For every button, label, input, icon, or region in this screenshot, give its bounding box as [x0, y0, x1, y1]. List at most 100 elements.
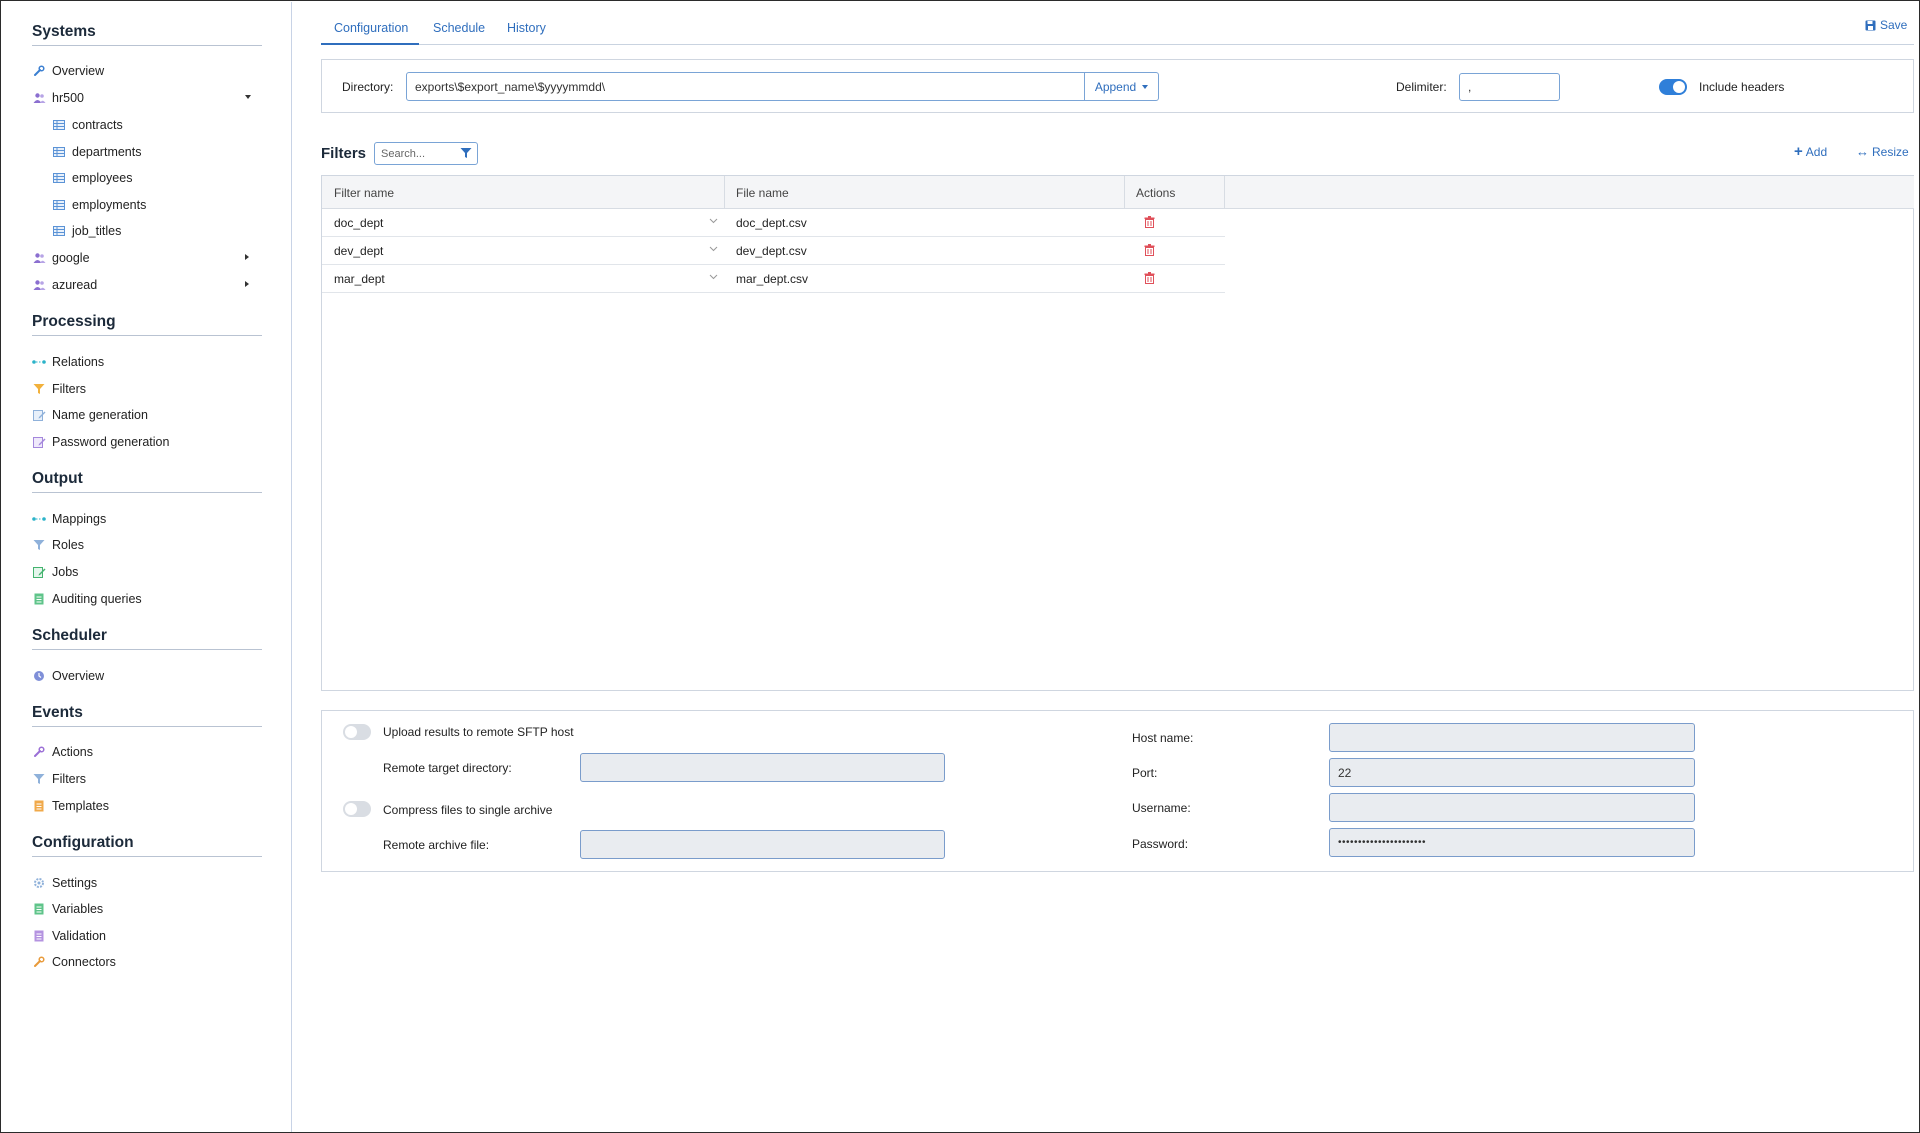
append-dropdown-button[interactable]: Append: [1084, 72, 1159, 101]
section-title-events: Events: [32, 704, 83, 721]
tab-history[interactable]: History: [507, 21, 546, 35]
wrench-icon: [32, 955, 46, 969]
append-label: Append: [1094, 79, 1137, 94]
remote-target-directory-input[interactable]: [580, 753, 945, 782]
nav-label: Templates: [52, 799, 109, 813]
trash-icon[interactable]: [1144, 216, 1155, 228]
nav-label: Relations: [52, 355, 105, 369]
chevron-down-icon[interactable]: [709, 274, 718, 280]
table-icon: [52, 118, 66, 132]
nav-actions[interactable]: Actions: [32, 742, 93, 762]
section-title-scheduler: Scheduler: [32, 627, 107, 644]
delimiter-input[interactable]: ,: [1459, 73, 1560, 101]
nav-events-filters[interactable]: Filters: [32, 769, 86, 789]
column-header-file-name[interactable]: File name: [736, 186, 789, 200]
resize-label: Resize: [1872, 145, 1909, 159]
nav-templates[interactable]: Templates: [32, 796, 109, 816]
file-name-cell[interactable]: mar_dept.csv: [736, 272, 808, 286]
nav-table-job-titles[interactable]: job_titles: [52, 221, 121, 241]
save-button[interactable]: Save: [1865, 18, 1907, 32]
nav-label: Auditing queries: [52, 592, 142, 606]
nav-table-departments[interactable]: departments: [52, 142, 141, 162]
file-name-cell[interactable]: dev_dept.csv: [736, 244, 807, 258]
nav-label: Settings: [52, 876, 98, 890]
section-divider: [32, 45, 262, 46]
nav-name-generation[interactable]: Name generation: [32, 405, 148, 425]
filter-name-cell[interactable]: mar_dept: [334, 272, 385, 286]
nav-settings[interactable]: Settings: [32, 873, 97, 893]
table-row[interactable]: dev_dept dev_dept.csv: [322, 237, 1225, 265]
nav-label: Mappings: [52, 512, 107, 526]
table-row[interactable]: mar_dept mar_dept.csv: [322, 265, 1225, 293]
funnel-icon: [32, 382, 46, 396]
nav-system-google[interactable]: google: [32, 248, 90, 268]
remote-archive-file-input[interactable]: [580, 830, 945, 859]
port-input[interactable]: 22: [1329, 758, 1695, 787]
table-icon: [52, 198, 66, 212]
filter-name-cell[interactable]: dev_dept: [334, 244, 383, 258]
nav-mappings[interactable]: Mappings: [32, 509, 106, 529]
nav-label: departments: [72, 145, 142, 159]
tab-configuration[interactable]: Configuration: [334, 21, 408, 35]
host-name-label: Host name:: [1132, 731, 1194, 745]
nav-systems-overview[interactable]: Overview: [32, 61, 104, 81]
section-divider: [32, 856, 262, 857]
relations-icon: [32, 355, 46, 369]
chevron-down-icon[interactable]: [709, 218, 718, 224]
filter-icon[interactable]: [460, 147, 472, 162]
filter-name-cell[interactable]: doc_dept: [334, 216, 383, 230]
column-divider[interactable]: [1124, 176, 1125, 209]
nav-auditing-queries[interactable]: Auditing queries: [32, 589, 142, 609]
chevron-right-icon[interactable]: [245, 281, 249, 287]
trash-icon[interactable]: [1144, 272, 1155, 284]
nav-label: employees: [72, 171, 133, 185]
nav-label: Variables: [52, 902, 104, 916]
compress-archive-toggle[interactable]: [343, 801, 371, 817]
nav-table-contracts[interactable]: contracts: [52, 115, 123, 135]
include-headers-toggle[interactable]: [1659, 79, 1687, 95]
sidebar: Systems Overview hr500 contracts departm…: [2, 2, 292, 1132]
chevron-down-icon[interactable]: [245, 95, 251, 99]
nav-system-hr500[interactable]: hr500: [32, 88, 84, 108]
gear-icon: [32, 876, 46, 890]
nav-table-employments[interactable]: employments: [52, 195, 146, 215]
tab-schedule[interactable]: Schedule: [433, 21, 485, 35]
nav-label: Password generation: [52, 435, 170, 449]
filters-title: Filters: [321, 145, 367, 162]
file-name-cell[interactable]: doc_dept.csv: [736, 216, 807, 230]
filter-search-input[interactable]: Search...: [374, 142, 478, 165]
plus-icon: +: [1794, 143, 1803, 160]
nav-system-azuread[interactable]: azuread: [32, 275, 97, 295]
host-name-input[interactable]: [1329, 723, 1695, 752]
nav-scheduler-overview[interactable]: Overview: [32, 666, 104, 686]
section-title-systems: Systems: [32, 23, 96, 40]
nav-variables[interactable]: Variables: [32, 899, 103, 919]
trash-icon[interactable]: [1144, 244, 1155, 256]
password-input[interactable]: ••••••••••••••••••••••: [1329, 828, 1695, 857]
nav-roles[interactable]: Roles: [32, 535, 84, 555]
nav-label: google: [52, 251, 90, 265]
chevron-down-icon[interactable]: [709, 246, 718, 252]
directory-input[interactable]: exports\$export_name\$yyyymmdd\: [406, 72, 1085, 101]
chevron-right-icon[interactable]: [245, 254, 249, 260]
column-divider[interactable]: [1224, 176, 1225, 209]
chevron-down-icon: [1142, 84, 1149, 89]
resize-icon: ↔: [1856, 144, 1869, 159]
add-filter-button[interactable]: + Add: [1794, 143, 1827, 160]
resize-button[interactable]: ↔ Resize: [1856, 145, 1909, 159]
port-label: Port:: [1132, 766, 1158, 780]
nav-password-generation[interactable]: Password generation: [32, 432, 169, 452]
nav-relations[interactable]: Relations: [32, 352, 104, 372]
table-row[interactable]: doc_dept doc_dept.csv: [322, 209, 1225, 237]
username-input[interactable]: [1329, 793, 1695, 822]
nav-processing-filters[interactable]: Filters: [32, 379, 86, 399]
column-header-filter-name[interactable]: Filter name: [334, 186, 394, 200]
nav-jobs[interactable]: Jobs: [32, 562, 78, 582]
nav-table-employees[interactable]: employees: [52, 168, 132, 188]
upload-sftp-toggle[interactable]: [343, 724, 371, 740]
column-divider[interactable]: [724, 176, 725, 209]
nav-connectors[interactable]: Connectors: [32, 952, 116, 972]
nav-label: job_titles: [72, 224, 122, 238]
username-label: Username:: [1132, 801, 1191, 815]
nav-validation[interactable]: Validation: [32, 926, 106, 946]
